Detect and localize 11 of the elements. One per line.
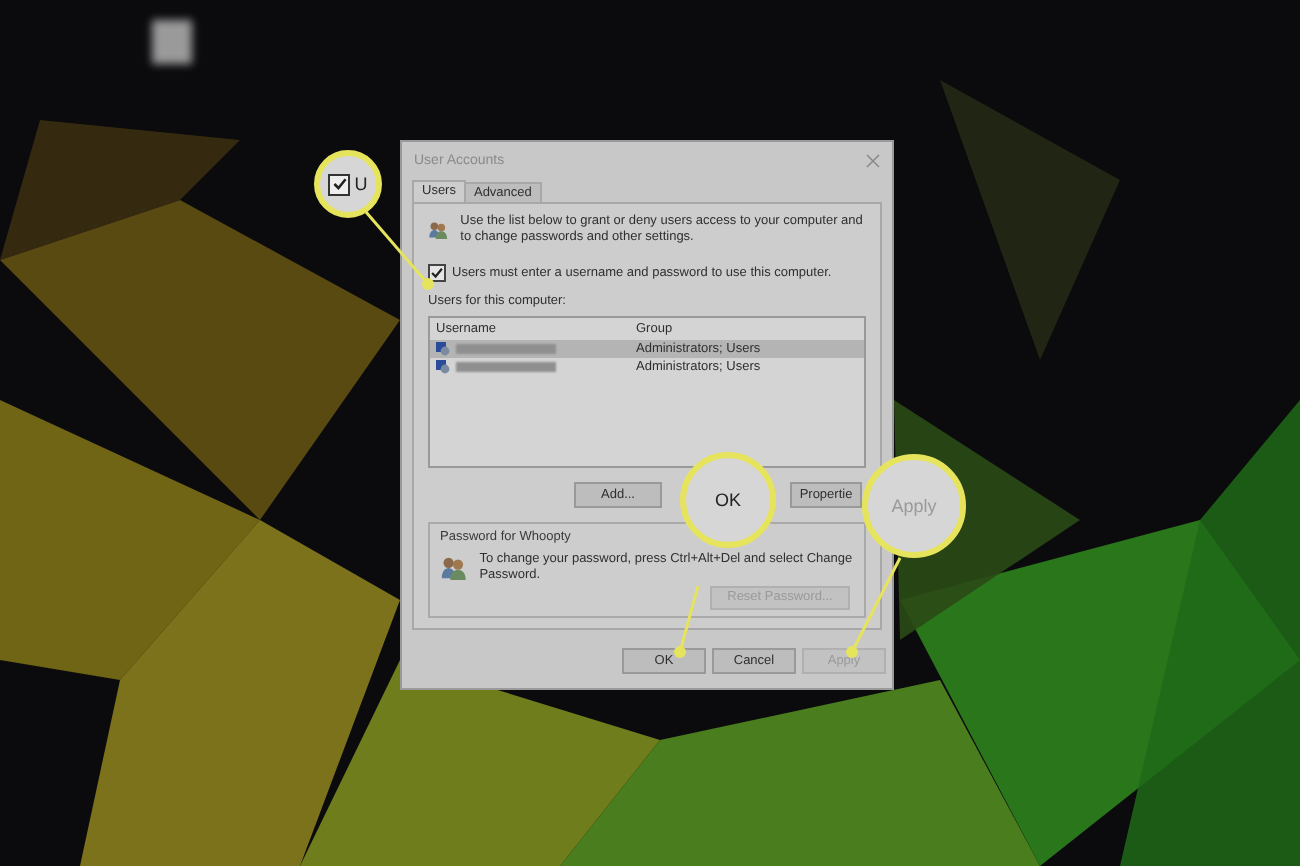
callout-text: Apply bbox=[891, 496, 937, 516]
blurred-username bbox=[456, 343, 556, 354]
user-icon bbox=[436, 341, 450, 356]
checkbox[interactable] bbox=[328, 173, 351, 195]
callout-text: U bbox=[354, 174, 368, 194]
blurred-username bbox=[456, 361, 556, 372]
checkbox[interactable] bbox=[428, 263, 446, 282]
user-icon bbox=[436, 359, 450, 374]
leader-line bbox=[674, 585, 700, 658]
callout-text: OK bbox=[714, 490, 741, 510]
blurred-icon bbox=[152, 20, 192, 64]
